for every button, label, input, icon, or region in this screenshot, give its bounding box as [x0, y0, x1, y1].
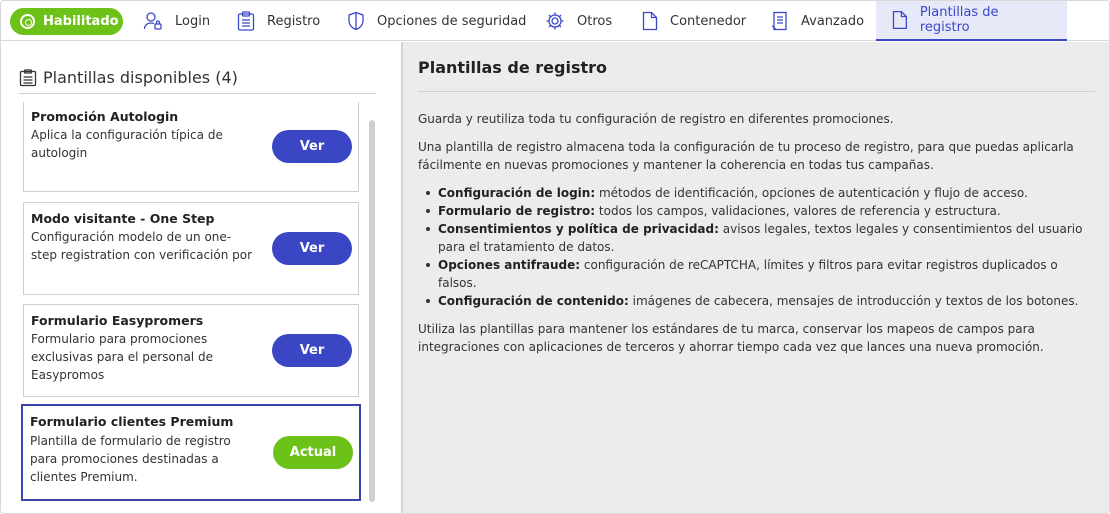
template-description: Plantilla de formulario de registro para… — [30, 434, 231, 484]
status-label: Habilitado — [43, 14, 119, 29]
clipboard-icon — [19, 68, 37, 86]
feature-item: Formulario de registro: todos los campos… — [418, 202, 1095, 220]
view-template-button[interactable]: Ver — [272, 334, 352, 367]
view-template-button[interactable]: Ver — [272, 232, 352, 265]
tab-opciones-seguridad[interactable]: Opciones de seguridad — [347, 1, 526, 41]
template-card[interactable]: Promoción Autologin Aplica la configurac… — [23, 102, 359, 192]
feature-term: Configuración de contenido: — [438, 294, 629, 308]
template-card[interactable]: Formulario Easypromers Formulario para p… — [23, 304, 359, 397]
tab-registro[interactable]: Registro — [237, 1, 320, 41]
template-card-selected[interactable]: Formulario clientes Premium Plantilla de… — [21, 404, 361, 501]
feature-term: Formulario de registro: — [438, 204, 596, 218]
feature-term: Consentimientos y política de privacidad… — [438, 222, 719, 236]
info-outro: Utiliza las plantillas para mantener los… — [418, 322, 1044, 354]
tab-login[interactable]: Login — [143, 1, 210, 41]
app-window: Habilitado Login Registro Opciones de se… — [0, 0, 1110, 514]
tab-otros[interactable]: Otros — [545, 1, 612, 41]
template-title: Promoción Autologin — [31, 109, 179, 124]
top-tab-bar: Habilitado Login Registro Opciones de se… — [1, 1, 1109, 41]
document-icon — [771, 11, 787, 31]
feature-item: Configuración de contenido: imágenes de … — [418, 292, 1095, 310]
template-card[interactable]: Modo visitante - One Step Configuración … — [23, 202, 359, 295]
feature-term: Opciones antifraude: — [438, 258, 581, 272]
current-template-button[interactable]: Actual — [273, 436, 353, 469]
templates-panel: Plantillas disponibles (4) Promoción Aut… — [1, 42, 391, 513]
tab-label: Avanzado — [801, 13, 865, 29]
template-description: Formulario para promociones exclusivas p… — [31, 332, 213, 382]
tab-label: Login — [175, 13, 211, 29]
template-description: Configuración modelo de un one-step regi… — [31, 230, 253, 262]
tab-contenedor[interactable]: Contenedor — [642, 1, 746, 41]
feature-text: imágenes de cabecera, mensajes de introd… — [628, 294, 1079, 308]
tab-label: Opciones de seguridad — [377, 13, 527, 29]
file-icon — [892, 10, 907, 30]
info-intro-1: Guarda y reutiliza toda tu configuración… — [418, 112, 894, 126]
info-panel-title: Plantillas de registro — [418, 58, 607, 77]
shield-icon — [348, 11, 364, 31]
divider — [19, 93, 376, 94]
view-template-button[interactable]: Ver — [272, 130, 352, 163]
info-intro-2: Una plantilla de registro almacena toda … — [418, 140, 1074, 172]
template-description: Aplica la configuración típica de autolo… — [31, 128, 223, 160]
tab-label: Registro — [267, 13, 321, 29]
feature-item: Opciones antifraude: configuración de re… — [418, 256, 1095, 292]
tab-plantillas-registro[interactable]: Plantillas de registro — [876, 1, 1067, 41]
feature-item: Consentimientos y política de privacidad… — [418, 220, 1095, 256]
templates-panel-title: Plantillas disponibles (4) — [19, 68, 238, 87]
templates-panel-title-text: Plantillas disponibles (4) — [43, 68, 238, 87]
enabled-status-toggle[interactable]: Habilitado — [10, 8, 123, 35]
gear-icon — [546, 12, 564, 30]
file-icon — [642, 11, 658, 31]
template-title: Formulario clientes Premium — [30, 414, 234, 429]
toggle-ring-icon — [20, 14, 35, 29]
templates-list-scrollbar[interactable] — [369, 120, 375, 502]
tab-label: Contenedor — [670, 13, 747, 29]
tab-avanzado[interactable]: Avanzado — [771, 1, 864, 41]
tab-label: Plantillas de registro — [919, 5, 999, 35]
template-title: Formulario Easypromers — [31, 313, 204, 328]
user-lock-icon — [143, 12, 162, 30]
template-title: Modo visitante - One Step — [31, 211, 215, 226]
divider — [418, 91, 1095, 92]
feature-term: Configuración de login: — [438, 186, 596, 200]
feature-text: todos los campos, validaciones, valores … — [595, 204, 1001, 218]
templates-list: Promoción Autologin Aplica la configurac… — [21, 102, 361, 513]
feature-item: Configuración de login: métodos de ident… — [418, 184, 1095, 202]
template-info-panel: Plantillas de registro Guarda y reutiliz… — [403, 42, 1109, 513]
clipboard-icon — [237, 11, 255, 31]
feature-text: métodos de identificación, opciones de a… — [595, 186, 1028, 200]
info-feature-list: Configuración de login: métodos de ident… — [418, 184, 1095, 310]
tab-label: Otros — [577, 13, 613, 29]
